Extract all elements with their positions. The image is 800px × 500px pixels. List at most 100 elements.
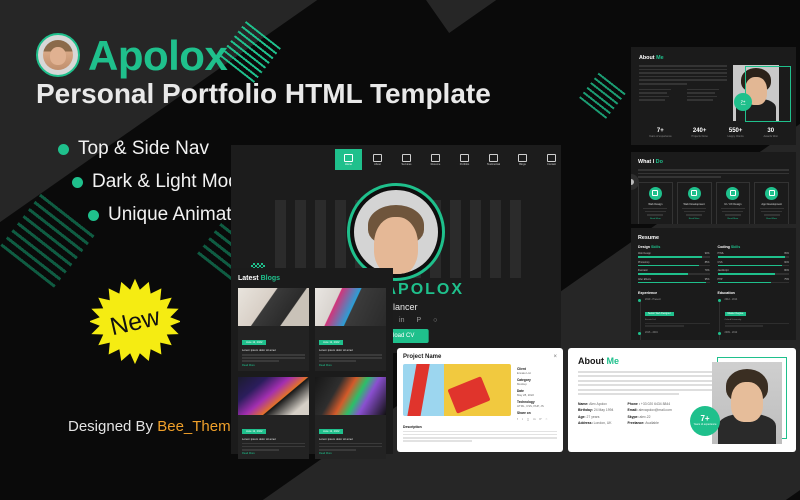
text-line xyxy=(403,436,557,439)
skill-bar: After Effects 95% xyxy=(638,278,710,284)
brand-logo xyxy=(36,33,80,77)
panel-about-paragraph xyxy=(639,65,727,121)
service-read-more[interactable]: Read More xyxy=(758,218,785,220)
skill-percent: 90% xyxy=(704,252,710,255)
skill-name: Web Design xyxy=(638,252,651,255)
hero-nav-item-contact[interactable]: Contact xyxy=(538,149,561,170)
skill-name: CSS xyxy=(717,260,723,264)
about-me-label: Freelance: xyxy=(627,421,645,426)
service-title: App Development xyxy=(761,202,782,206)
skill-bar: JavaScript 80% xyxy=(717,269,789,275)
hero-nav-item-resume[interactable]: Resume xyxy=(422,149,449,170)
stat-label: Projects Done xyxy=(691,135,708,138)
panel-badge-label: Years xyxy=(740,103,746,106)
blog-read-more[interactable]: Read More xyxy=(242,452,305,455)
panel-experience-badge: 7+ Years xyxy=(734,93,752,111)
blog-read-more[interactable]: Read More xyxy=(242,364,305,367)
blog-card[interactable]: June 12, 2022 Lorem ipsum dolor sit amet… xyxy=(238,288,309,371)
about-me-right-item: Skype: alex.22 xyxy=(627,415,671,419)
stat-item: 550+ Happy Clients xyxy=(728,128,744,138)
skill-percent: 95% xyxy=(784,252,789,255)
about-me-value: Available xyxy=(645,421,659,426)
bullet-dot-icon xyxy=(72,176,83,188)
project-meta-item: Technology HTML, CSS, PHP, JS xyxy=(517,400,557,408)
hero-nav-item-blogs[interactable]: Blogs xyxy=(509,149,536,170)
skill-name: After Effects xyxy=(638,277,651,281)
credit-prefix: Designed By xyxy=(68,418,158,435)
timeline-org: Envato Ltd. xyxy=(645,319,657,322)
experience-badge: 7+ Years of experience xyxy=(690,406,720,436)
skill-name: Photoshop xyxy=(638,260,650,264)
project-meta-item: Date May 28, 2022 xyxy=(517,389,557,397)
design-skills-heading: Design Skills xyxy=(638,245,661,249)
project-meta-label: Share on xyxy=(517,411,531,415)
skill-name: Illustrator xyxy=(638,269,648,273)
skill-name: PHP xyxy=(717,277,723,281)
close-icon[interactable]: × xyxy=(553,354,557,360)
user-icon xyxy=(373,153,382,162)
service-read-more[interactable]: Read More xyxy=(642,218,669,220)
hero-avatar xyxy=(347,183,445,281)
mail-icon xyxy=(547,153,556,162)
text-line xyxy=(403,440,473,442)
skill-bar: Web Design 90% xyxy=(638,252,710,258)
stat-value: 240+ xyxy=(692,128,707,134)
blog-thumbnail xyxy=(315,288,386,326)
service-card[interactable]: Web Development Read More xyxy=(676,181,712,224)
project-title: Project Name xyxy=(403,354,442,360)
social-icon-4[interactable]: P xyxy=(416,317,421,324)
project-header: Project Name × xyxy=(403,354,557,360)
hero-nav-item-about[interactable]: About xyxy=(364,149,391,170)
hero-nav-item-services[interactable]: Services xyxy=(393,149,420,170)
blog-title: Lorem ipsum dolor sit amet xyxy=(319,436,353,441)
skill-bar: Illustrator 70% xyxy=(638,269,710,275)
hero-nav-item-home[interactable]: Home xyxy=(335,149,362,170)
social-icon-5[interactable]: ○ xyxy=(433,317,437,324)
about-me-left-item: Address: London, UK xyxy=(578,421,613,425)
hero-nav-item-testimonial[interactable]: Testimonial xyxy=(480,149,507,170)
hero-navbar: Home About Services Resume Portfolio Tes… xyxy=(335,149,561,170)
skill-bar: HTML 95% xyxy=(717,252,789,258)
project-meta: Client Envato Ltd. Category Mockup Date … xyxy=(517,364,557,421)
skill-percent: 95% xyxy=(704,277,710,281)
blog-read-more[interactable]: Read More xyxy=(319,452,382,455)
stat-label: Happy Clients xyxy=(727,135,744,138)
project-share-icons[interactable]: f t ◻ in P ○ xyxy=(517,417,557,421)
social-icon-3[interactable]: in xyxy=(399,317,404,324)
quote-icon xyxy=(489,153,498,162)
blog-card[interactable]: June 12, 2022 Lorem ipsum dolor sit amet… xyxy=(238,376,309,460)
timeline-year: 2012 - 2014 xyxy=(724,298,738,302)
service-card[interactable]: UI / UX Design Read More xyxy=(715,181,751,224)
about-me-left-item: Birthday: 24 May 1994 xyxy=(578,408,613,412)
about-me-value: +33 020 6434 8844 xyxy=(640,401,671,406)
skill-name: JavaScript xyxy=(717,269,729,273)
blog-title: Lorem ipsum dolor sit amet xyxy=(242,348,276,352)
project-meta-value: Envato Ltd. xyxy=(517,371,532,375)
brand-name: Apolox xyxy=(88,32,228,79)
blog-title: Lorem ipsum dolor sit amet xyxy=(242,436,276,441)
skill-bar: Photoshop 85% xyxy=(638,261,710,267)
service-read-more[interactable]: Read More xyxy=(681,218,708,220)
service-card[interactable]: App Development Read More xyxy=(754,181,789,224)
blog-card[interactable]: June 12, 2022 Lorem ipsum dolor sit amet… xyxy=(315,376,386,460)
blog-read-more[interactable]: Read More xyxy=(319,364,382,367)
gear-icon xyxy=(402,153,411,162)
hero-nav-item-portfolio[interactable]: Portfolio xyxy=(451,149,478,170)
blog-thumbnail xyxy=(238,288,309,326)
skill-bar: PHP 75% xyxy=(717,277,789,284)
service-read-more[interactable]: Read More xyxy=(720,218,747,220)
stat-value: 550+ xyxy=(728,128,743,134)
right-panel-resume: Resume Design Skills Web Design 90% Photo… xyxy=(631,228,796,340)
pen-icon xyxy=(726,186,740,200)
skill-percent: 85% xyxy=(704,260,710,264)
blog-card[interactable]: June 12, 2022 Lorem ipsum dolor sit amet… xyxy=(315,288,386,371)
panel-what-title: What I Do xyxy=(638,159,663,165)
project-meta-item: Client Envato Ltd. xyxy=(517,367,557,375)
design-skills-list: Web Design 90% Photoshop 85% Illustrator 70… xyxy=(638,252,710,284)
service-card[interactable]: Web Design Read More xyxy=(638,181,673,224)
blogs-title: Latest Blogs xyxy=(238,275,281,282)
share-twitter-icon: t xyxy=(521,417,523,421)
stat-value: 7+ xyxy=(656,128,664,134)
stat-item: 7+ Years of experience xyxy=(649,128,672,138)
about-me-label: Age: xyxy=(578,414,586,419)
